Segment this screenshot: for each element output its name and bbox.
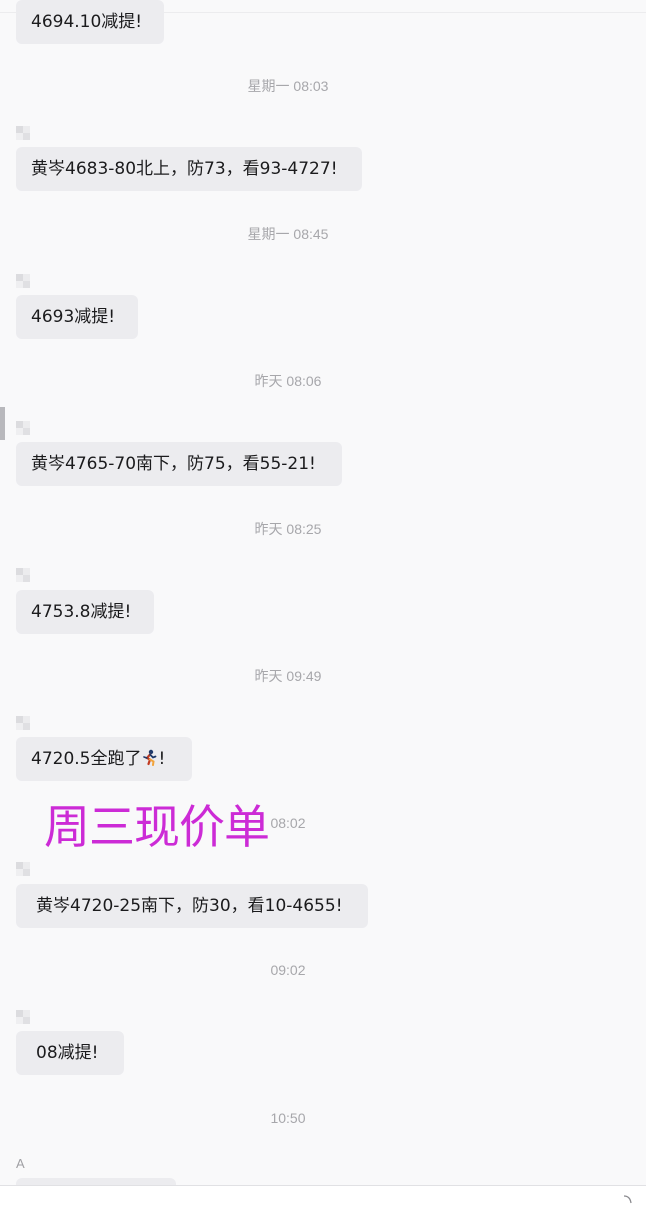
message-timestamp: 星期一 08:03 [247,78,329,94]
scroll-indicator[interactable] [0,407,5,440]
message-bubble[interactable]: 4694.10减提! [16,0,164,44]
message-text: 08减提! [36,1043,99,1063]
sender-avatar[interactable] [16,126,32,140]
message-bubble[interactable]: 4693减提! [16,295,138,339]
message-bubble[interactable]: 黄岑4683-80北上，防73，看93-4727! [16,147,362,191]
message-timestamp: 昨天 08:25 [254,521,322,537]
message-text: 黄岑4683-80北上，防73，看93-4727! [31,159,338,179]
message-bubble[interactable]: 黄岑4765-70南下，防75，看55-21! [16,442,342,486]
message-timestamp: 星期一 08:45 [247,226,329,242]
sender-avatar[interactable] [16,862,32,876]
sender-avatar[interactable] [16,716,32,730]
message-bubble[interactable]: 08减提! [16,1031,124,1075]
message-bubble[interactable]: 4753.8减提! [16,590,154,634]
message-timestamp: 08:02 [270,815,306,831]
resize-handle-icon[interactable] [622,1190,632,1204]
message-timestamp: 10:50 [270,1110,306,1126]
message-bubble[interactable]: 黄岑4720-25南下，防30，看10-4655! [16,884,368,928]
message-text: 4694.10减提! [31,12,143,32]
chat-window: 4694.10减提! 星期一 08:03 黄岑4683-80北上，防73，看93… [0,0,646,1212]
message-text: 4720.5全跑了 [31,749,142,769]
message-input[interactable] [0,1185,646,1212]
message-timestamp: 昨天 08:06 [254,373,322,389]
sender-avatar[interactable] [16,1010,32,1024]
message-timestamp: 昨天 09:49 [254,668,322,684]
message-bubble[interactable]: 4720.5全跑了! [16,737,192,781]
running-person-icon [141,739,158,766]
message-text: 黄岑4720-25南下，防30，看10-4655! [36,896,343,916]
sender-avatar[interactable] [16,421,32,435]
sender-name: A [16,1156,25,1171]
message-text: 黄岑4765-70南下，防75，看55-21! [31,454,316,474]
sender-avatar[interactable] [16,568,32,582]
message-text: 4693减提! [31,307,116,327]
sender-avatar[interactable] [16,274,32,288]
message-timestamp: 09:02 [270,962,306,978]
message-text: ! [158,749,166,769]
message-text: 4753.8减提! [31,602,132,622]
